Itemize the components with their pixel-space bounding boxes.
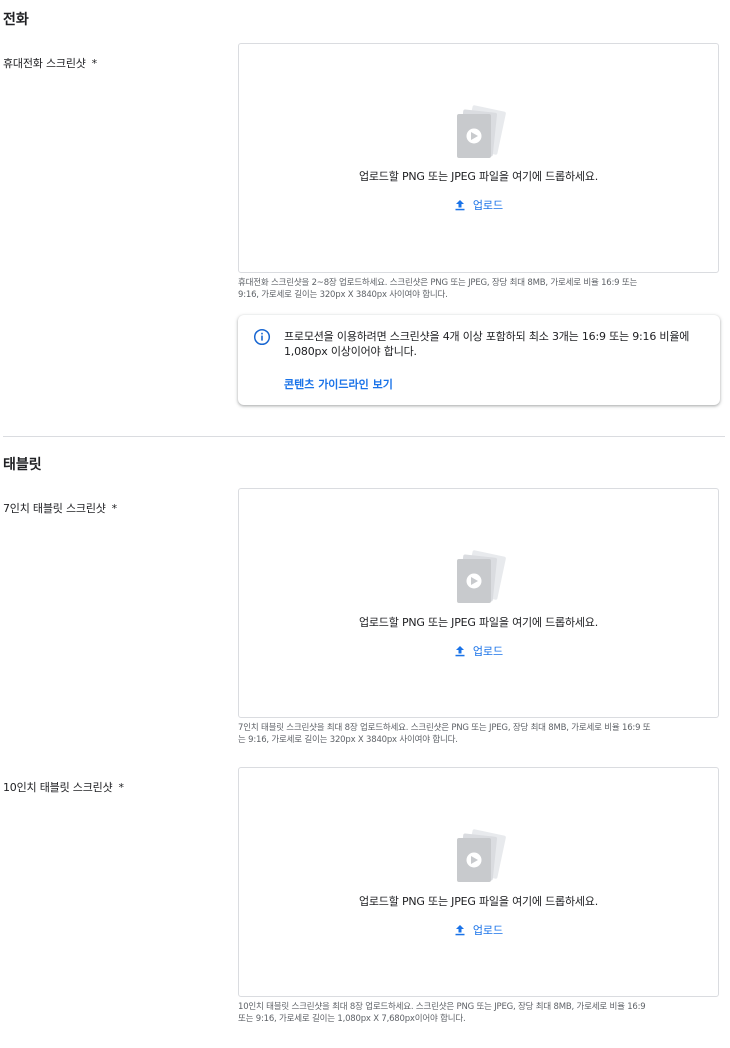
tablet7-screenshot-help: 7인치 태블릿 스크린샷을 최대 8장 업로드하세요. 스크린샷은 PNG 또는… <box>238 722 716 746</box>
field-label-text: 10인치 태블릿 스크린샷 <box>3 781 113 794</box>
phone-screenshot-dropzone[interactable]: 업로드할 PNG 또는 JPEG 파일을 여기에 드롭하세요. 업로드 <box>238 43 719 273</box>
promotion-info-card: 프로모션을 이용하려면 스크린샷을 4개 이상 포함하되 최소 3개는 16:9… <box>238 315 720 405</box>
info-message: 프로모션을 이용하려면 스크린샷을 4개 이상 포함하되 최소 3개는 16:9… <box>284 329 709 359</box>
help-line: 9:16, 가로세로 길이는 320px X 3840px 사이여야 합니다. <box>238 290 448 300</box>
upload-icon <box>454 924 466 936</box>
drop-instruction-text: 업로드할 PNG 또는 JPEG 파일을 여기에 드롭하세요. <box>358 616 599 629</box>
tablet10-screenshot-label: 10인치 태블릿 스크린샷 * <box>3 779 124 795</box>
help-line: 7인치 태블릿 스크린샷을 최대 8장 업로드하세요. 스크린샷은 PNG 또는… <box>238 723 651 733</box>
field-label-text: 7인치 태블릿 스크린샷 <box>3 502 106 515</box>
required-mark: * <box>91 57 98 70</box>
section-divider <box>3 436 725 437</box>
upload-button-label: 업로드 <box>472 199 504 212</box>
help-line: 휴대전화 스크린샷을 2~8장 업로드하세요. 스크린샷은 PNG 또는 JPE… <box>238 278 638 288</box>
upload-button[interactable]: 업로드 <box>239 643 718 659</box>
section-title-tablet: 태블릿 <box>3 457 42 473</box>
upload-button-label: 업로드 <box>472 924 504 937</box>
help-line: 는 9:16, 가로세로 길이는 320px X 3840px 사이여야 합니다… <box>238 735 458 745</box>
section-title-phone: 전화 <box>3 12 29 28</box>
image-placeholder-icon <box>454 826 506 886</box>
drop-instruction-text: 업로드할 PNG 또는 JPEG 파일을 여기에 드롭하세요. <box>358 895 599 908</box>
help-line: 10인치 태블릿 스크린샷을 최대 8장 업로드하세요. 스크린샷은 PNG 또… <box>238 1002 646 1012</box>
tablet7-screenshot-dropzone[interactable]: 업로드할 PNG 또는 JPEG 파일을 여기에 드롭하세요. 업로드 <box>238 488 719 718</box>
upload-button[interactable]: 업로드 <box>239 922 718 938</box>
tablet10-screenshot-help: 10인치 태블릿 스크린샷을 최대 8장 업로드하세요. 스크린샷은 PNG 또… <box>238 1001 716 1025</box>
tablet7-screenshot-label: 7인치 태블릿 스크린샷 * <box>3 500 117 516</box>
drop-instruction-text: 업로드할 PNG 또는 JPEG 파일을 여기에 드롭하세요. <box>358 170 599 183</box>
info-icon <box>253 328 271 346</box>
upload-button-label: 업로드 <box>472 645 504 658</box>
tablet10-screenshot-dropzone[interactable]: 업로드할 PNG 또는 JPEG 파일을 여기에 드롭하세요. 업로드 <box>238 767 719 997</box>
upload-icon <box>454 645 466 657</box>
upload-button[interactable]: 업로드 <box>239 197 718 213</box>
info-line: 1,080px 이상이어야 합니다. <box>284 345 417 358</box>
help-line: 또는 9:16, 가로세로 길이는 1,080px X 7,680px이어야 합… <box>238 1014 466 1024</box>
image-placeholder-icon <box>454 547 506 607</box>
required-mark: * <box>111 502 118 515</box>
image-placeholder-icon <box>454 102 506 162</box>
upload-icon <box>454 199 466 211</box>
field-label-text: 휴대전화 스크린샷 <box>3 57 86 70</box>
content-guidelines-link[interactable]: 콘텐츠 가이드라인 보기 <box>284 376 393 392</box>
phone-screenshot-help: 휴대전화 스크린샷을 2~8장 업로드하세요. 스크린샷은 PNG 또는 JPE… <box>238 277 716 301</box>
required-mark: * <box>118 781 124 794</box>
phone-screenshot-label: 휴대전화 스크린샷 * <box>3 55 97 71</box>
info-line: 프로모션을 이용하려면 스크린샷을 4개 이상 포함하되 최소 3개는 16:9… <box>284 330 690 343</box>
